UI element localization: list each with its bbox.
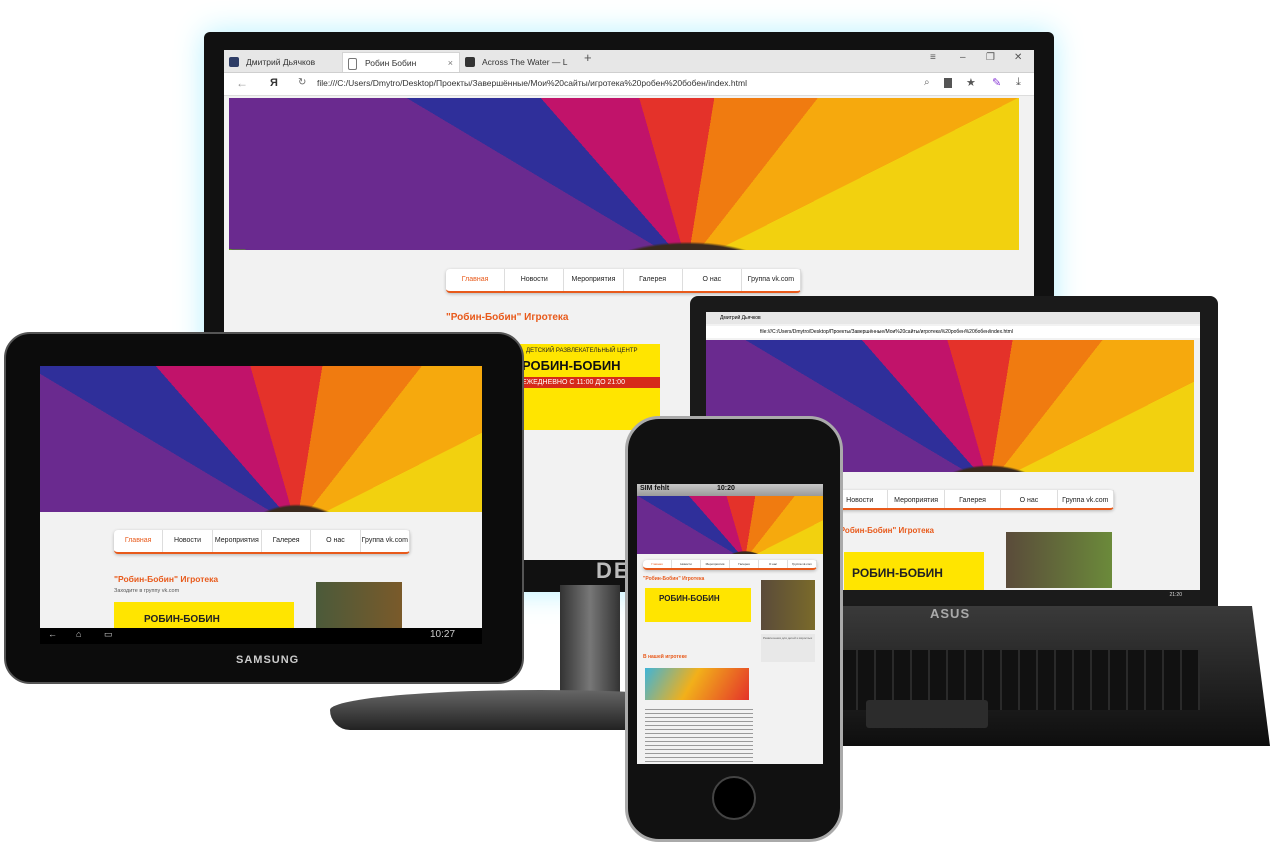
home-icon[interactable]: ⌂ [76, 629, 81, 639]
close-tab-icon[interactable]: × [448, 53, 453, 73]
nav-vk[interactable]: Группа vk.com [742, 269, 802, 291]
address-bar: ← Я ↻ file:///C:/Users/Dmytro/Desktop/Пр… [224, 73, 1034, 96]
nav-news[interactable]: Новости [505, 269, 565, 291]
nav-about[interactable]: О нас [683, 269, 742, 291]
tab-across-the-water[interactable]: Across The Water — L [460, 52, 578, 72]
browser-tab-bar: Дмитрий Дьячков Робин Бобин × Across The… [224, 50, 1034, 73]
back-icon[interactable]: ← [48, 629, 57, 639]
phone-body-text [645, 706, 753, 762]
tablet-site-nav: Главная Новости Мероприятия Галерея О на… [114, 530, 410, 554]
play-icon [465, 57, 475, 67]
nav-home[interactable]: Главная [446, 269, 506, 291]
laptop-url-field[interactable]: file:///C:/Users/Dmytro/Desktop/Проекты/… [706, 326, 1200, 338]
phone-section-title: В нашей игротеке [643, 654, 687, 660]
phone-banner-image [637, 496, 823, 554]
phone-home-button[interactable] [712, 776, 756, 820]
tablet-banner-image [40, 366, 482, 512]
phone-screen: SIM fehlt 10:20 Главная Новости Мероприя… [637, 484, 823, 764]
minimize-button[interactable]: – [960, 52, 966, 63]
site-nav: Главная Новости Мероприятия Галерея О на… [446, 269, 802, 293]
new-tab-button[interactable]: + [584, 50, 592, 65]
laptop-page-title: "Робин-Бобин" Игротека [836, 526, 934, 535]
tablet-brand: SAMSUNG [236, 654, 300, 666]
star-icon[interactable]: ★ [966, 76, 976, 89]
ios-status-bar: SIM fehlt 10:20 [637, 484, 823, 496]
nav-events[interactable]: Мероприятия [564, 269, 624, 291]
banner-pencils-image [229, 98, 1019, 250]
phone-page-title: "Робин-Бобин" Игротека [643, 576, 705, 582]
laptop-gallery-thumb[interactable] [1006, 532, 1112, 588]
monitor-stand-neck [560, 585, 620, 705]
phone-sidebar-box: Развлечения для детей и взрослых [761, 634, 815, 662]
phone-gallery-thumb[interactable] [761, 580, 815, 630]
search-icon[interactable]: ⌕ [924, 77, 930, 88]
url-field[interactable]: file:///C:/Users/Dmytro/Desktop/Проекты/… [317, 78, 747, 88]
laptop-tab-bar: Дмитрий Дьячков [706, 312, 1200, 324]
laptop-brand: ASUS [930, 606, 971, 621]
menu-icon[interactable]: ≡ [930, 52, 936, 63]
laptop-touchpad [866, 700, 988, 728]
maximize-button[interactable]: ❐ [986, 52, 995, 63]
phone-section-image [645, 668, 749, 700]
page-icon [348, 58, 357, 70]
laptop-promo-banner: РОБИН-БОБИН [844, 552, 984, 592]
phone-promo-banner: РОБИН-БОБИН [645, 588, 751, 622]
reload-icon[interactable]: ↻ [298, 77, 306, 88]
recent-apps-icon[interactable]: ▭ [104, 629, 113, 640]
page-title: "Робин-Бобин" Игротека [446, 312, 569, 323]
nav-gallery[interactable]: Галерея [624, 269, 683, 291]
tablet-page-title: "Робин-Бобин" Игротека [114, 574, 219, 584]
download-icon[interactable]: ⤓ [1016, 76, 1021, 89]
tablet-gallery-thumb[interactable] [316, 582, 402, 632]
back-arrow-icon[interactable]: ← [236, 76, 248, 90]
tab-robin-bobin[interactable]: Робин Бобин × [342, 52, 460, 72]
tablet-subtitle: Заходите в группу vk.com [114, 588, 180, 594]
tablet-screen: Главная Новости Мероприятия Галерея О на… [40, 366, 482, 644]
tab-dmitry[interactable]: Дмитрий Дьячков [224, 52, 342, 72]
tablet-status-bar: ← ⌂ ▭ 10:27 [40, 628, 482, 644]
close-window-button[interactable]: ✕ [1014, 52, 1022, 63]
reader-icon[interactable] [944, 78, 952, 88]
laptop-site-nav: Новости Мероприятия Галерея О нас Группа… [832, 490, 1115, 510]
promo-banner: ДЕТСКИЙ РАЗВЛЕКАТЕЛЬНЫЙ ЦЕНТР РОБИН-БОБИ… [520, 344, 660, 430]
phone-site-nav: Главная Новости Мероприятия Галерея О на… [643, 560, 817, 570]
pen-icon[interactable]: ✎ [992, 76, 1001, 89]
code-icon [229, 57, 239, 67]
yandex-icon[interactable]: Я [270, 77, 278, 89]
